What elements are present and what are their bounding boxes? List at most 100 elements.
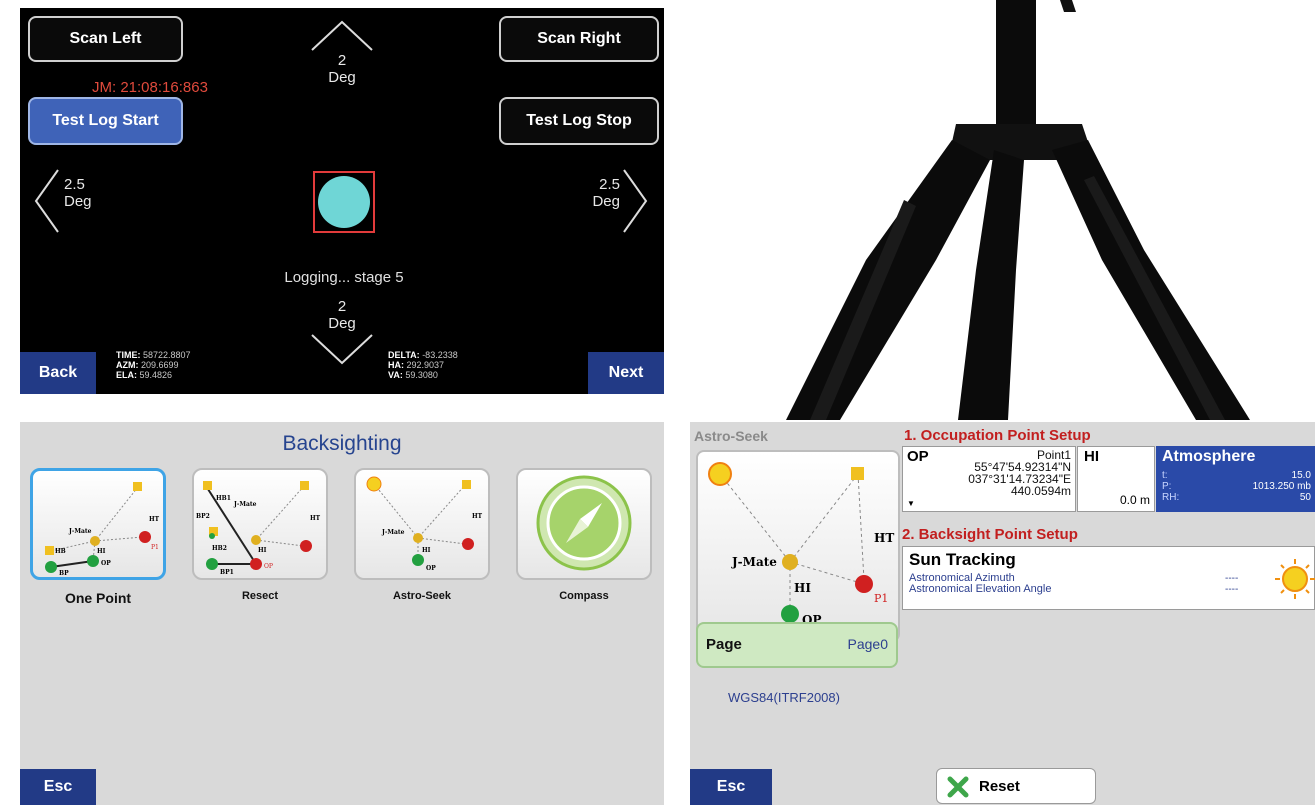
astro-seek-panel: Astro-Seek Sun Tracking J-Mate HT HI OP … <box>690 422 1315 805</box>
op-box[interactable]: OP Point1 55°47'54.92314"N 037°31'14.732… <box>902 446 1076 512</box>
option-compass[interactable] <box>516 468 652 580</box>
one-point-diagram-icon: J-Mate HT HI HB BP OP P1 <box>45 482 160 577</box>
chevron-left-icon[interactable] <box>32 168 62 234</box>
resect-diagram-ht: HT <box>310 515 321 522</box>
large-diagram-jmate-label: J-Mate <box>731 555 777 569</box>
backsight-setup-title: 2. Backsight Point Setup <box>902 526 1078 543</box>
resect-diagram-jmate: J-Mate <box>233 501 257 508</box>
option-astro-seek[interactable]: J-Mate HT HI OP <box>354 468 490 580</box>
op-label: OP <box>907 448 929 465</box>
hi-label: HI <box>1084 448 1099 465</box>
op-values: Point1 55°47'54.92314"N 037°31'14.73234"… <box>968 449 1071 497</box>
atmosphere-title: Atmosphere <box>1162 448 1256 465</box>
azm-label: AZM: <box>116 360 139 370</box>
backsighting-panel: Backsighting J-Mate HT HI HB BP OP P1 On… <box>20 422 664 805</box>
test-log-start-button[interactable]: Test Log Start <box>28 97 183 145</box>
resect-diagram-bp1: BP1 <box>220 569 234 576</box>
left-step-value: 2.5 <box>64 176 85 193</box>
resect-diagram-icon: J-Mate HB1 HB2 BP2 BP1 HT HI OP <box>196 481 321 576</box>
azm-value: 209.6699 <box>141 360 179 370</box>
astro-diagram-op: OP <box>426 565 436 572</box>
option-resect[interactable]: J-Mate HB1 HB2 BP2 BP1 HT HI OP <box>192 468 328 580</box>
astro-seek-header: Astro-Seek <box>694 428 768 444</box>
large-diagram-hi: HI <box>794 581 811 595</box>
chevron-right-icon[interactable] <box>620 168 650 234</box>
resect-diagram-hb2: HB2 <box>212 545 227 552</box>
down-step-unit: Deg <box>328 315 356 332</box>
ha-label: HA: <box>388 360 404 370</box>
va-label: VA: <box>388 370 403 380</box>
resect-diagram-op: OP <box>264 563 273 570</box>
atmosphere-rh-value: 50 <box>1299 492 1311 503</box>
stats-right: DELTA: -83.2338 HA: 292.9037 VA: 59.3080 <box>388 350 458 380</box>
down-step-value: 2 <box>337 298 347 315</box>
diagram-jmate: J-Mate <box>68 528 92 535</box>
target-spot <box>318 176 370 228</box>
up-step: 2 Deg <box>316 52 368 86</box>
atmosphere-p-label: P: <box>1162 481 1172 492</box>
sun-tracking-title: Sun Tracking <box>909 550 1016 569</box>
esc-button[interactable]: Esc <box>20 769 96 805</box>
diagram-hi: HI <box>97 548 106 555</box>
left-step-unit: Deg <box>64 193 92 210</box>
down-step: 2 Deg <box>316 298 368 332</box>
resect-diagram-hb1: HB1 <box>216 495 231 502</box>
sun-tracking-labels: Astronomical Azimuth Astronomical Elevat… <box>909 573 1051 595</box>
right-step-unit: Deg <box>592 193 620 210</box>
atmosphere-values: 15.0 1013.250 mb 50 <box>1253 470 1311 503</box>
diagram-hb: HB <box>55 548 66 555</box>
sun-tracking-box[interactable]: Sun Tracking Astronomical Azimuth Astron… <box>902 546 1315 610</box>
diagram-op: OP <box>101 560 111 567</box>
astro-seek-diagram-icon: J-Mate HT HI OP <box>366 476 483 572</box>
occupation-setup-title: 1. Occupation Point Setup <box>904 427 1091 444</box>
scan-left-button[interactable]: Scan Left <box>28 16 183 62</box>
astro-diagram-jmate: J-Mate <box>381 529 405 536</box>
page-label: Page <box>706 636 742 653</box>
elevation-value: ---- <box>1225 584 1239 595</box>
time-value: 58722.8807 <box>143 350 191 360</box>
resect-diagram-bp2: BP2 <box>196 513 210 520</box>
backsighting-title: Backsighting <box>282 432 402 455</box>
resect-diagram-hi: HI <box>258 547 267 554</box>
logging-status: Logging... stage 5 <box>284 269 404 286</box>
sun-tracking-values: ---- ---- <box>1225 573 1238 595</box>
option-astro-seek-label: Astro-Seek <box>392 590 452 602</box>
right-step: 2.5 Deg <box>576 176 620 210</box>
log-timestamp: JM: 21:08:16:863 <box>92 79 208 96</box>
time-label: TIME: <box>116 350 141 360</box>
ela-label: ELA: <box>116 370 137 380</box>
atmosphere-box[interactable]: Atmosphere t: P: RH: 15.0 1013.250 mb 50 <box>1156 446 1315 512</box>
page-value: Page0 <box>847 636 888 652</box>
close-icon <box>947 776 969 798</box>
test-log-stop-button[interactable]: Test Log Stop <box>499 97 659 145</box>
chevron-up-icon[interactable] <box>310 18 374 54</box>
astro-diagram-hi: HI <box>422 547 431 554</box>
reset-button[interactable]: Reset <box>936 768 1096 804</box>
chevron-down-icon[interactable] <box>310 333 374 367</box>
scan-panel: Scan Left Scan Right 2 Deg JM: 21:08:16:… <box>20 8 664 394</box>
reset-label: Reset <box>979 778 1020 795</box>
back-button[interactable]: Back <box>20 352 96 394</box>
hi-box[interactable]: HI 0.0 m <box>1077 446 1155 512</box>
page-selector[interactable]: Page Page0 <box>696 622 898 668</box>
atmosphere-labels: t: P: RH: <box>1162 470 1179 503</box>
option-compass-label: Compass <box>559 590 609 602</box>
sun-icon <box>1275 559 1315 599</box>
astro-seek-large-diagram-icon: Sun Tracking J-Mate HT HI OP P1 <box>708 462 894 627</box>
tripod-icon <box>786 0 1250 420</box>
option-one-point-label: One Point <box>64 590 132 606</box>
option-one-point[interactable]: J-Mate HT HI HB BP OP P1 <box>30 468 166 580</box>
scan-right-button[interactable]: Scan Right <box>499 16 659 62</box>
azimuth-value: ---- <box>1225 573 1239 584</box>
astro-seek-diagram[interactable]: Sun Tracking J-Mate HT HI OP P1 <box>696 450 900 642</box>
right-step-value: 2.5 <box>599 176 620 193</box>
next-button[interactable]: Next <box>588 352 664 394</box>
large-diagram-p1: P1 <box>874 592 888 605</box>
delta-value: -83.2338 <box>422 350 458 360</box>
up-step-value: 2 <box>337 52 347 69</box>
delta-label: DELTA: <box>388 350 420 360</box>
op-height: 440.0594m <box>1010 484 1071 498</box>
diagram-bp: BP <box>59 570 69 577</box>
esc-button-astro[interactable]: Esc <box>690 769 772 805</box>
diagram-p1: P1 <box>151 544 159 551</box>
